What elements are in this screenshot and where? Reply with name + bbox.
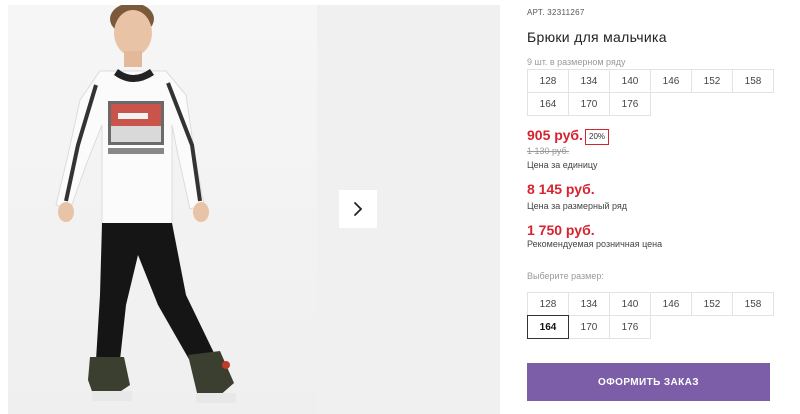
choose-size-label: Выберите размер: <box>527 271 604 281</box>
discount-badge: 20% <box>585 129 610 145</box>
size-row-cell: 170 <box>568 92 610 116</box>
sku: АРТ. 32311267 <box>527 8 585 17</box>
old-price: 1 130 руб. <box>527 146 570 156</box>
place-order-button[interactable]: ОФОРМИТЬ ЗАКАЗ <box>527 363 770 401</box>
product-title: Брюки для мальчика <box>527 29 667 45</box>
size-option-152[interactable]: 152 <box>691 292 733 316</box>
unit-price-caption: Цена за единицу <box>527 160 598 170</box>
size-row-cell: 128 <box>527 69 569 93</box>
size-row-cell: 140 <box>609 69 651 93</box>
size-option-140[interactable]: 140 <box>609 292 651 316</box>
row-price-caption: Цена за размерный ряд <box>527 201 628 211</box>
size-row-cell: 146 <box>650 69 692 93</box>
product-photo[interactable] <box>8 5 317 414</box>
size-option-128[interactable]: 128 <box>527 292 569 316</box>
rrp-price: 1 750 руб. <box>527 222 595 238</box>
boy-model-image <box>55 5 236 403</box>
size-option-146[interactable]: 146 <box>650 292 692 316</box>
size-row-grid: 128 134 140 146 152 158 164 170 176 <box>527 69 774 116</box>
next-image-button[interactable] <box>339 190 377 228</box>
size-option-158[interactable]: 158 <box>732 292 774 316</box>
chevron-right-icon <box>354 202 363 216</box>
size-option-170[interactable]: 170 <box>568 315 610 339</box>
row-price: 8 145 руб. <box>527 181 595 197</box>
pack-note: 9 шт. в размерном ряду <box>527 57 626 67</box>
size-option-164[interactable]: 164 <box>527 315 569 339</box>
size-option-176[interactable]: 176 <box>609 315 651 339</box>
size-row-cell: 134 <box>568 69 610 93</box>
size-row-cell: 176 <box>609 92 651 116</box>
unit-price: 905 руб. <box>527 127 583 143</box>
size-option-134[interactable]: 134 <box>568 292 610 316</box>
size-row-cell: 152 <box>691 69 733 93</box>
rrp-price-caption: Рекомендуемая розничная цена <box>527 239 663 249</box>
size-row-cell: 164 <box>527 92 569 116</box>
sku-value: 32311267 <box>547 8 585 17</box>
product-gallery <box>0 0 500 414</box>
size-picker: 128 134 140 146 152 158 164 170 176 <box>527 292 774 339</box>
size-row-cell: 158 <box>732 69 774 93</box>
sku-label: АРТ. <box>527 8 545 17</box>
